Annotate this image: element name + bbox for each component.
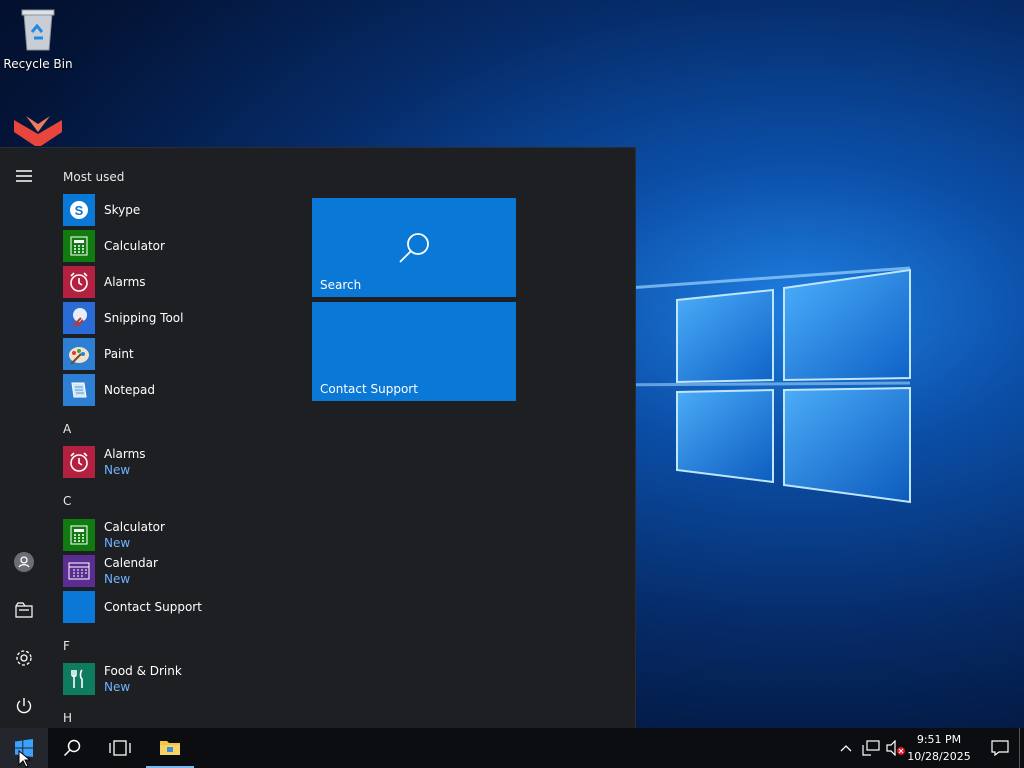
settings-button[interactable] (0, 636, 48, 680)
app-item-alarms[interactable]: Alarms New (63, 445, 293, 479)
svg-text:S: S (75, 203, 84, 218)
task-view-icon (109, 740, 131, 756)
gear-icon (16, 650, 32, 666)
skype-icon: S (63, 194, 95, 226)
section-letter-h[interactable]: H (63, 711, 72, 725)
food-drink-icon (63, 663, 95, 695)
tile-label: Search (320, 278, 362, 292)
notepad-icon (63, 374, 95, 406)
action-center-button[interactable] (976, 728, 1024, 768)
notification-icon (991, 740, 1009, 756)
contact-support-icon (63, 591, 95, 623)
search-button[interactable] (48, 728, 96, 768)
show-hidden-icons-button[interactable] (834, 728, 858, 768)
windows-wallpaper-logo (600, 266, 911, 504)
app-label: Notepad (104, 383, 155, 397)
hamburger-icon (16, 170, 32, 182)
app-item-alarms[interactable]: Alarms (63, 265, 293, 299)
file-explorer-button[interactable] (146, 728, 194, 768)
app-label: Calculator (104, 239, 165, 253)
search-icon (63, 739, 81, 757)
calendar-icon (63, 555, 95, 587)
section-letter-f[interactable]: F (63, 639, 70, 653)
app-label: Contact Support (104, 600, 202, 614)
app-label: Snipping Tool (104, 311, 184, 325)
expand-menu-button[interactable] (0, 154, 48, 198)
app-label: Calculator (104, 520, 165, 534)
calculator-icon (63, 519, 95, 551)
calculator-icon (63, 230, 95, 262)
section-letter-a[interactable]: A (63, 422, 71, 436)
clock-date: 10/28/2025 (907, 750, 971, 763)
app-item-skype[interactable]: S Skype (63, 193, 293, 227)
search-icon (399, 233, 429, 263)
desktop-icon-app[interactable] (0, 112, 76, 146)
new-badge: New (104, 463, 131, 477)
app-label: Skype (104, 203, 141, 217)
app-item-contact-support[interactable]: Contact Support (63, 590, 293, 624)
user-avatar-icon (14, 552, 34, 572)
alarm-clock-icon (63, 446, 95, 478)
recycle-bin-icon (21, 9, 55, 51)
desktop-icon-label: Recycle Bin (3, 57, 73, 71)
app-item-paint[interactable]: Paint (63, 337, 293, 371)
app-item-calculator[interactable]: Calculator (63, 229, 293, 263)
documents-icon (15, 602, 33, 618)
app-label: Food & Drink (104, 664, 182, 678)
app-label: Alarms (104, 275, 146, 289)
desktop-icon-recycle-bin[interactable]: Recycle Bin (0, 6, 76, 71)
account-button[interactable] (0, 540, 48, 584)
start-menu: Most used S Skype Calculator Alarms Snip… (0, 147, 636, 728)
app-item-calendar[interactable]: Calendar New (63, 554, 293, 588)
task-view-button[interactable] (96, 728, 144, 768)
most-used-heading: Most used (63, 170, 125, 184)
network-button[interactable] (858, 728, 884, 768)
tile-label: Contact Support (320, 382, 418, 396)
mouse-cursor-icon (18, 750, 32, 768)
section-letter-c[interactable]: C (63, 494, 71, 508)
folder-icon (160, 741, 180, 755)
alarm-clock-icon (63, 266, 95, 298)
tile-search[interactable]: Search (312, 198, 516, 297)
power-button[interactable] (0, 684, 48, 728)
new-badge: New (104, 536, 131, 550)
taskbar: 9:51 PM 10/28/2025 (0, 728, 1024, 768)
app-item-notepad[interactable]: Notepad (63, 373, 293, 407)
new-badge: New (104, 572, 131, 586)
power-icon (16, 698, 32, 714)
app-item-calculator[interactable]: Calculator New (63, 518, 293, 552)
app-label: Alarms (104, 447, 146, 461)
app-item-food-drink[interactable]: Food & Drink New (63, 662, 293, 696)
tile-contact-support[interactable]: Contact Support (312, 302, 516, 401)
network-icon (862, 740, 880, 756)
volume-muted-icon (886, 740, 905, 756)
system-clock[interactable]: 9:51 PM 10/28/2025 (904, 731, 974, 765)
app-label: Paint (104, 347, 134, 361)
snipping-tool-icon (63, 302, 95, 334)
documents-button[interactable] (0, 588, 48, 632)
chevron-up-icon (840, 745, 852, 752)
app-item-snipping-tool[interactable]: Snipping Tool (63, 301, 293, 335)
app-logo-icon (14, 116, 62, 146)
start-menu-rail (0, 148, 48, 728)
clock-time: 9:51 PM (916, 733, 962, 746)
new-badge: New (104, 680, 131, 694)
paint-icon (63, 338, 95, 370)
show-desktop-button[interactable] (1019, 728, 1024, 768)
app-label: Calendar (104, 556, 158, 570)
